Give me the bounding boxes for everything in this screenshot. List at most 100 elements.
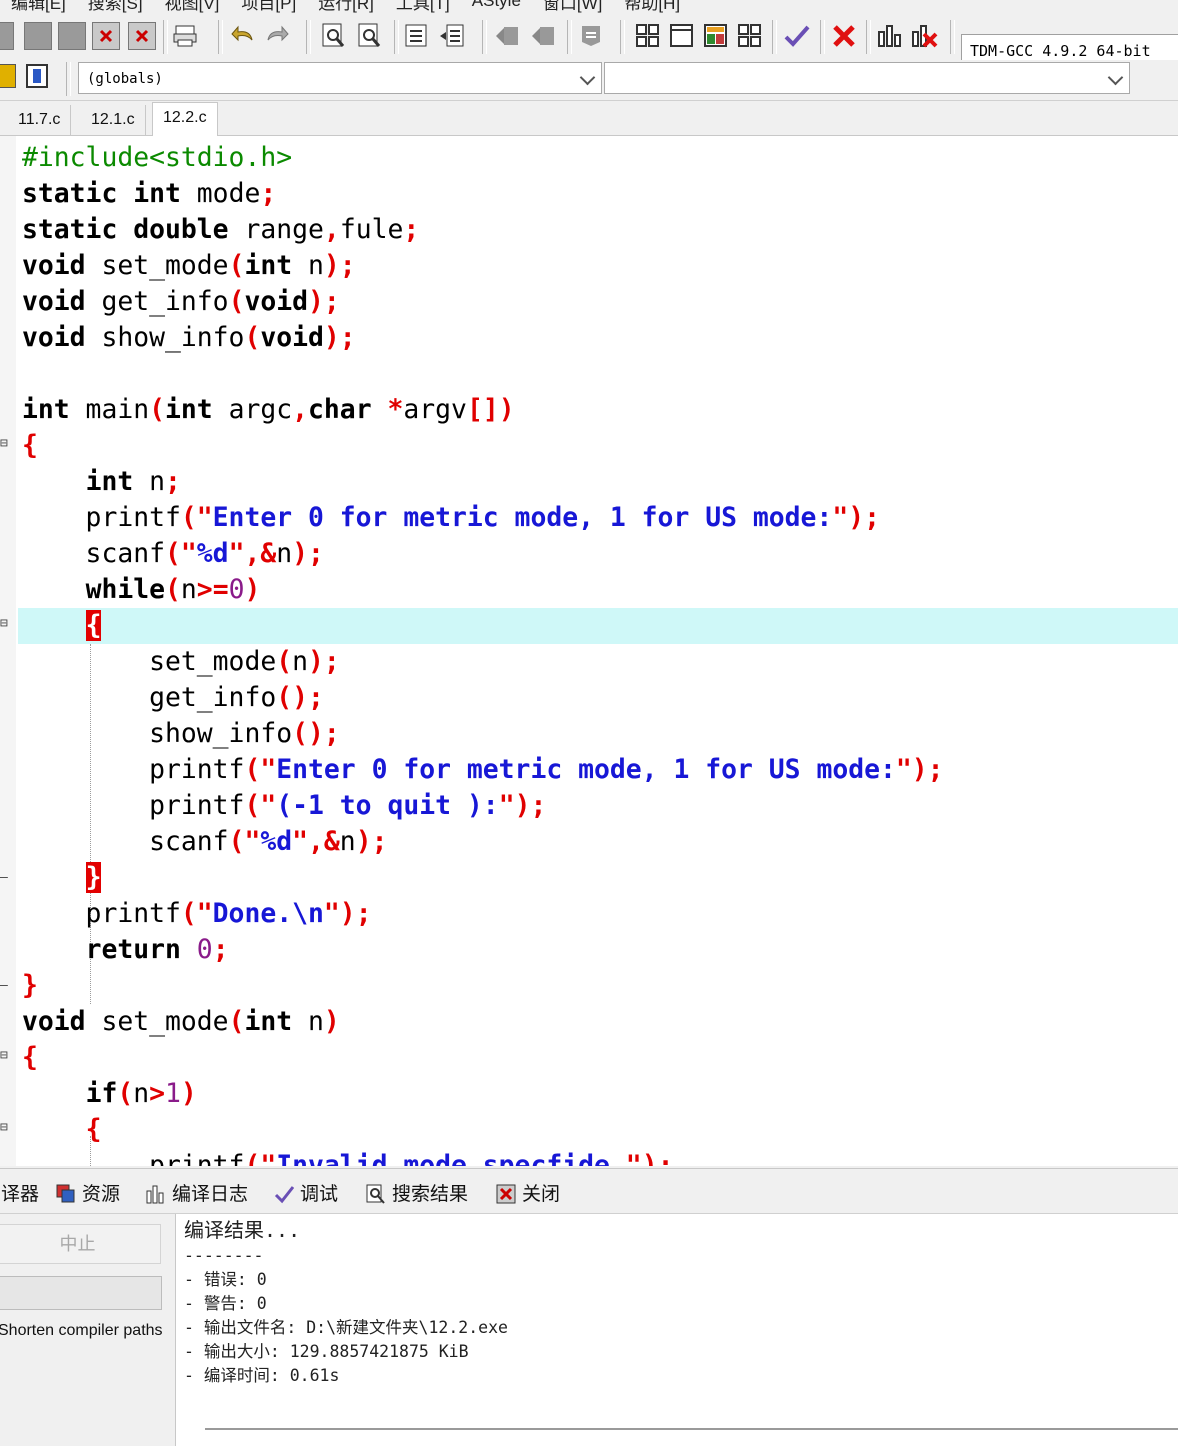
code-line: { [22,430,38,461]
matched-brace: { [85,610,102,641]
new-file-icon[interactable] [0,22,14,50]
editor-gutter: ⊟ ⊟ – – ⊟ ⊟ [0,136,16,1166]
fold-collapse-icon[interactable]: ⊟ [0,1121,9,1134]
close-file-icon[interactable] [92,22,120,50]
compile-controls: 中止 Shorten compiler paths [0,1214,175,1446]
tab-debug[interactable]: 调试 [274,1179,338,1206]
print-icon[interactable] [172,22,200,50]
file-tabs: 11.7.c 12.1.c 12.2.c [0,101,1178,136]
code-line: set_mode(n); [22,646,340,677]
toolbar-separator [567,20,572,54]
redo-icon[interactable] [264,22,292,50]
toolbar-separator [820,20,825,54]
chart-icon [146,1184,166,1204]
close-all-icon[interactable] [128,22,156,50]
save-all-icon[interactable] [58,22,86,50]
code-line: void set_mode(int n) [22,1006,340,1037]
code-line: return 0; [85,934,229,965]
panel-tabs: 编译器 资源 编译日志 调试 搜索结果 关闭 [0,1168,1178,1214]
code-line: while(n>=0) [85,574,261,605]
tab-12-2-c[interactable]: 12.2.c [152,102,218,136]
tab-compiler[interactable]: 编译器 [0,1179,39,1206]
tab-11-7-c[interactable]: 11.7.c [8,105,72,135]
tab-search-results-label: 搜索结果 [392,1184,469,1205]
code-line: { [22,1042,38,1073]
log-line: - 编译时间: 0.61s [184,1366,340,1385]
code-line: scanf("%d",&n); [22,826,388,857]
menu-search[interactable]: 搜索[S] [77,0,154,14]
log-line: - 输出文件名: D:\新建文件夹\12.2.exe [184,1318,508,1337]
save-icon[interactable] [24,22,52,50]
code-line: printf("Invalid mode specfide."); [22,1150,674,1166]
code-line: printf("Enter 0 for metric mode, 1 for U… [22,754,944,785]
code-line: void set_mode(int n); [22,250,356,281]
toolbar-separator [482,20,487,54]
unindent-icon[interactable] [438,22,466,50]
toolbar-separator [772,20,777,54]
toolbar-separator [950,20,955,54]
log-line: 编译结果... [184,1218,301,1242]
fold-collapse-icon[interactable]: ⊟ [0,1049,9,1062]
abort-button[interactable]: 中止 [0,1224,161,1264]
log-line: -------- [184,1246,264,1265]
chart-delete-icon[interactable] [910,22,938,50]
fold-end-icon: – [0,870,8,885]
tab-12-1-c[interactable]: 12.1.c [81,105,146,135]
code-line: void show_info(void); [22,322,356,353]
replace-icon[interactable] [356,22,384,50]
menu-window[interactable]: 窗口[W] [532,0,614,14]
bookmark-prev-icon[interactable] [494,22,522,50]
layout-color-icon[interactable] [702,22,730,50]
find-icon [366,1184,386,1204]
menu-run[interactable]: 运行[R] [307,0,385,14]
tab-compile-log-label: 编译日志 [172,1184,249,1205]
tile-icon[interactable] [736,22,764,50]
function-select[interactable] [604,62,1130,94]
find-icon[interactable] [320,22,348,50]
code-line: printf("Enter 0 for metric mode, 1 for U… [22,502,880,533]
code-line: int n; [85,466,181,497]
bookmark-toggle-icon[interactable] [578,22,606,50]
shorten-paths-checkbox[interactable]: Shorten compiler paths [0,1322,163,1340]
menu-tools[interactable]: 工具[T] [385,0,461,14]
undo-icon[interactable] [230,22,258,50]
tab-close[interactable]: 关闭 [496,1179,560,1206]
menu-project[interactable]: 项目[P] [230,0,307,14]
menu-view[interactable]: 视图[V] [154,0,231,14]
view-grid-icon[interactable] [634,22,662,50]
code-line: static double range,fule; [22,214,420,245]
check-syntax-icon[interactable] [783,22,811,50]
compile-log: 编译结果... -------- - 错误: 0 - 警告: 0 - 输出文件名: D:… [175,1214,1178,1446]
toolbar-separator [218,20,223,54]
fold-collapse-icon[interactable]: ⊟ [0,437,9,450]
bookmark-next-icon[interactable] [530,22,558,50]
fold-collapse-icon[interactable]: ⊟ [0,617,9,630]
close-icon [496,1184,516,1204]
tab-search-results[interactable]: 搜索结果 [366,1179,468,1206]
code-line: scanf("%d",&n); [22,538,324,569]
delete-icon[interactable] [830,22,858,50]
code-line: printf("Done.\n"); [22,898,372,929]
toolbar-separator [394,20,399,54]
menu-bar: 编辑[E] 搜索[S] 视图[V] 项目[P] 运行[R] 工具[T] ASty… [0,0,1178,14]
toggle-icon[interactable] [26,64,48,88]
tab-compile-log[interactable]: 编译日志 [146,1179,248,1206]
window-icon[interactable] [668,22,696,50]
chart-icon[interactable] [876,22,904,50]
insert-icon[interactable] [0,64,16,88]
tab-debug-label: 调试 [300,1184,339,1205]
horizontal-scrollbar[interactable] [205,1428,1178,1430]
menu-edit[interactable]: 编辑[E] [0,0,77,14]
code-editor[interactable]: ⊟ ⊟ – – ⊟ ⊟ #include<stdio.h> static int … [0,136,1178,1166]
code-line: if(n>1) [85,1078,197,1109]
scope-select[interactable]: (globals) [78,62,602,94]
chevron-down-icon [579,69,596,86]
tab-resources[interactable]: 资源 [56,1179,120,1206]
toolbar-separator [620,20,625,54]
code-line: show_info(); [22,718,340,749]
menu-astyle[interactable]: AStyle [461,0,532,11]
code-line: #include<stdio.h> [22,142,293,173]
menu-help[interactable]: 帮助[H] [613,0,691,14]
indent-icon[interactable] [403,22,431,50]
